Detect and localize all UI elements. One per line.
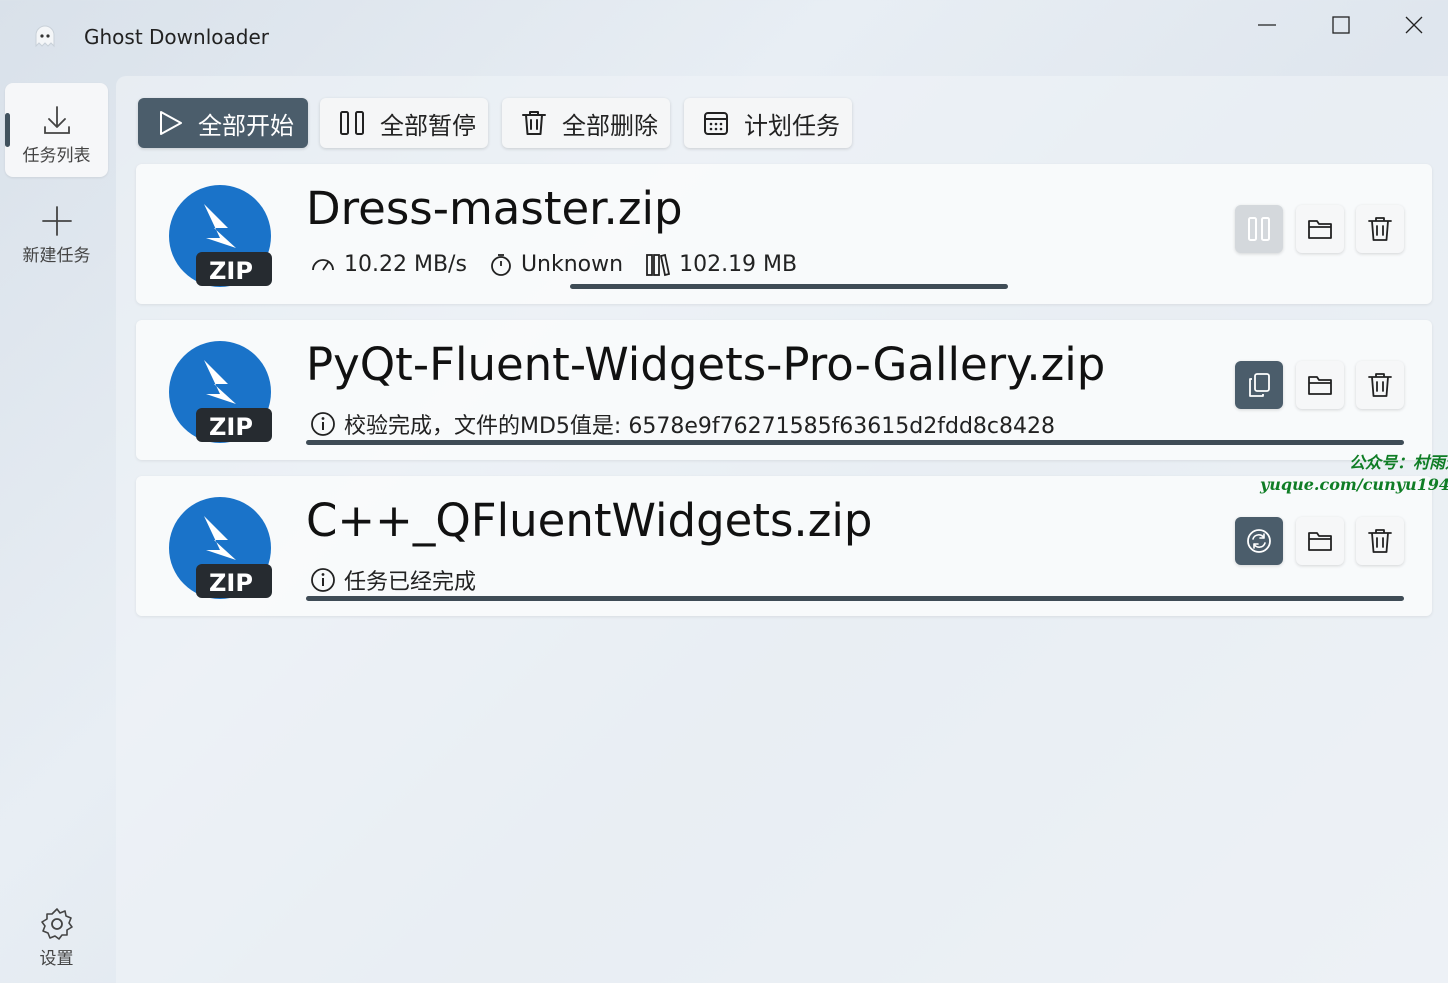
file-badge: ZIP	[209, 569, 253, 597]
trash-icon	[1368, 217, 1392, 241]
sidebar-item-label: 新建任务	[22, 246, 91, 266]
delete-all-button[interactable]: 全部删除	[502, 98, 670, 148]
sidebar-item-label: 设置	[39, 949, 74, 969]
task-filename: PyQt-Fluent-Widgets-Pro-Gallery.zip	[306, 338, 1106, 391]
start-all-button[interactable]: 全部开始	[138, 98, 308, 148]
delete-task-button[interactable]	[1356, 361, 1404, 409]
delete-task-button[interactable]	[1356, 517, 1404, 565]
schedule-label: 计划任务	[744, 111, 840, 140]
calendar-icon	[704, 112, 728, 135]
task-card: ZIP PyQt-Fluent-Widgets-Pro-Gallery.zip …	[136, 320, 1432, 460]
redownload-button[interactable]	[1235, 517, 1283, 565]
task-status: 校验完成，文件的MD5值是: 6578e9f76271585f63615d2fd…	[344, 414, 1056, 439]
copy-icon	[1249, 373, 1270, 397]
main-panel: 全部开始 全部暂停 全部删除 计划任务 ZIP Dress-master.zip…	[116, 76, 1448, 983]
title-bar: Ghost Downloader	[0, 0, 1448, 76]
timer-icon	[491, 253, 511, 276]
start-all-label: 全部开始	[198, 111, 294, 140]
close-icon	[1405, 16, 1423, 34]
trash-icon	[1368, 373, 1392, 397]
open-folder-button[interactable]	[1296, 517, 1344, 565]
sidebar-item-task-list[interactable]: 任务列表	[5, 83, 108, 177]
info-icon	[311, 412, 335, 436]
task-filename: Dress-master.zip	[306, 182, 683, 235]
folder-icon	[1308, 376, 1332, 395]
folder-icon	[1308, 532, 1332, 551]
task-card: ZIP Dress-master.zip 10.22 MB/s Unknown …	[136, 164, 1432, 304]
active-indicator	[5, 113, 10, 147]
task-filename: C++_QFluentWidgets.zip	[306, 494, 873, 547]
speedometer-icon	[312, 258, 334, 270]
folder-icon	[1308, 220, 1332, 239]
delete-all-label: 全部删除	[562, 111, 658, 140]
trash-icon	[1368, 529, 1392, 553]
progress-bar	[570, 284, 1008, 289]
task-info: 任务已经完成	[310, 564, 476, 596]
sidebar-item-label: 任务列表	[22, 146, 91, 166]
task-info: 10.22 MB/s Unknown 102.19 MB	[310, 252, 797, 277]
window-title: Ghost Downloader	[84, 25, 269, 49]
task-info: 校验完成，文件的MD5值是: 6578e9f76271585f63615d2fd…	[310, 408, 1055, 440]
open-folder-button[interactable]	[1296, 205, 1344, 253]
schedule-button[interactable]: 计划任务	[684, 98, 852, 148]
watermark-line2: yuque.com/cunyu1943	[1260, 475, 1448, 494]
task-remaining: Unknown	[520, 252, 624, 277]
sidebar-item-settings[interactable]: 设置	[5, 886, 108, 980]
sidebar-item-new-task[interactable]: 新建任务	[5, 183, 108, 277]
refresh-icon	[1247, 529, 1271, 553]
ghost-icon	[35, 25, 55, 48]
gear-icon	[40, 908, 73, 940]
pause-button[interactable]	[1235, 205, 1283, 253]
maximize-button[interactable]	[1326, 10, 1356, 40]
library-icon	[646, 253, 671, 276]
pause-all-label: 全部暂停	[380, 111, 476, 140]
open-folder-button[interactable]	[1296, 361, 1344, 409]
play-icon	[160, 111, 182, 135]
file-badge: ZIP	[209, 257, 253, 285]
info-icon	[311, 568, 335, 592]
zip-file-icon: ZIP	[169, 497, 272, 599]
task-size: 102.19 MB	[679, 252, 798, 277]
sidebar: 任务列表 新建任务 设置	[0, 76, 116, 983]
task-card: ZIP C++_QFluentWidgets.zip 任务已经完成	[136, 476, 1432, 616]
plus-icon	[41, 206, 72, 236]
watermark-line1: 公众号：村雨遥	[1349, 453, 1448, 472]
pause-all-button[interactable]: 全部暂停	[320, 98, 488, 148]
pause-icon	[340, 111, 364, 135]
progress-bar	[306, 596, 1404, 601]
download-icon	[43, 106, 70, 134]
zip-file-icon: ZIP	[169, 185, 272, 287]
delete-task-button[interactable]	[1356, 205, 1404, 253]
maximize-icon	[1332, 16, 1350, 34]
copy-md5-button[interactable]	[1235, 361, 1283, 409]
watermark: 公众号：村雨遥 yuque.com/cunyu1943	[1260, 452, 1448, 496]
pause-icon	[1248, 217, 1270, 241]
file-badge: ZIP	[209, 413, 253, 441]
close-button[interactable]	[1399, 10, 1429, 40]
trash-icon	[522, 111, 546, 135]
progress-bar	[306, 440, 1404, 445]
task-status: 任务已经完成	[344, 570, 477, 595]
zip-file-icon: ZIP	[169, 341, 272, 443]
task-speed: 10.22 MB/s	[344, 252, 467, 277]
minimize-icon	[1258, 24, 1276, 26]
minimize-button[interactable]	[1252, 10, 1282, 40]
